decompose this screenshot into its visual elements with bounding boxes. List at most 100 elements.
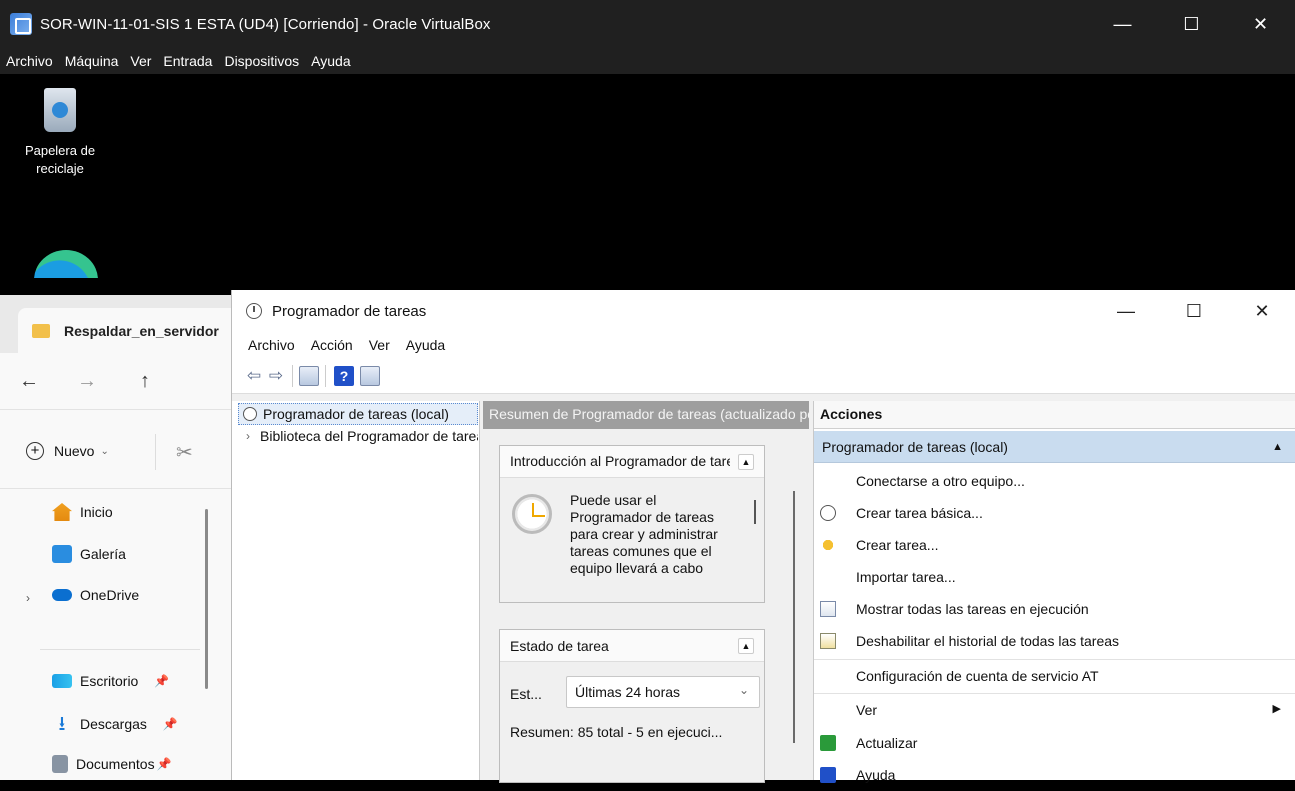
virtualbox-title: SOR-WIN-11-01-SIS 1 ESTA (UD4) [Corriend… <box>40 15 491 33</box>
recycle-bin-label-line2: reciclaje <box>36 161 84 176</box>
forward-button[interactable]: → <box>58 370 116 393</box>
document-icon <box>52 755 68 773</box>
menu-ayuda[interactable]: Ayuda <box>406 337 445 353</box>
expand-onedrive-chevron-icon[interactable]: › <box>26 591 30 605</box>
intro-section: Introducción al Programador de tareas ▲ … <box>499 445 765 603</box>
vbox-menu-ayuda[interactable]: Ayuda <box>311 53 350 69</box>
explorer-nav-scrollbar[interactable] <box>205 509 208 689</box>
intro-section-header[interactable]: Introducción al Programador de tareas ▲ <box>500 446 764 478</box>
minimize-button[interactable]: — <box>1088 0 1157 48</box>
show-hide-action-pane-icon[interactable] <box>360 365 380 386</box>
nav-item-galeria[interactable]: Galería <box>52 545 126 563</box>
nav-item-label: Documentos <box>76 756 155 772</box>
toolbar-divider <box>325 364 326 387</box>
tree-item-library[interactable]: › Biblioteca del Programador de tareas <box>232 425 478 447</box>
virtualbox-titlebar: SOR-WIN-11-01-SIS 1 ESTA (UD4) [Corriend… <box>0 0 1295 48</box>
nav-item-label: Escritorio <box>80 673 139 689</box>
action-connect-computer[interactable]: Conectarse a otro equipo... <box>814 465 1295 497</box>
nav-item-documentos[interactable]: Documentos 📌 <box>52 755 172 773</box>
menu-ver[interactable]: Ver <box>369 337 390 353</box>
vbox-menu-archivo[interactable]: Archivo <box>6 53 53 69</box>
command-bar-divider <box>155 434 156 470</box>
action-label: Deshabilitar el historial de todas las t… <box>856 633 1120 649</box>
help-icon <box>820 767 836 783</box>
action-at-service-account[interactable]: Configuración de cuenta de servicio AT <box>814 659 1295 691</box>
summary-pane: Resumen de Programador de tareas (actual… <box>483 401 809 783</box>
vbox-menu-dispositivos[interactable]: Dispositivos <box>224 53 299 69</box>
vbox-menu-ver[interactable]: Ver <box>130 53 151 69</box>
nav-item-label: Inicio <box>80 504 113 520</box>
action-import-task[interactable]: Importar tarea... <box>814 561 1295 593</box>
actions-group-local[interactable]: Programador de tareas (local) ▲ <box>814 431 1295 463</box>
maximize-button[interactable]: ☐ <box>1157 0 1226 48</box>
nav-item-escritorio[interactable]: Escritorio 📌 <box>52 673 169 689</box>
pin-icon: 📌 <box>156 757 172 771</box>
menu-archivo[interactable]: Archivo <box>248 337 295 353</box>
action-label: Ver <box>856 701 878 718</box>
action-help[interactable]: Ayuda <box>814 759 1295 791</box>
maximize-button[interactable]: ☐ <box>1160 290 1228 332</box>
nav-item-inicio[interactable]: Inicio <box>52 503 113 521</box>
summary-scrollbar[interactable] <box>793 491 795 743</box>
plus-icon: + <box>26 442 44 460</box>
tree-item-label: Programador de tareas (local) <box>263 406 449 422</box>
collapse-chevron-up-icon[interactable]: ▲ <box>738 454 754 470</box>
task-scheduler-menubar: Archivo Acción Ver Ayuda <box>232 332 1295 358</box>
virtualbox-menubar: Archivo Máquina Ver Entrada Dispositivos… <box>0 48 1295 74</box>
actions-pane: Acciones Programador de tareas (local) ▲… <box>813 401 1295 783</box>
status-period-select[interactable]: Últimas 24 horas ⌄ <box>566 676 760 708</box>
task-scheduler-window-controls: — ☐ ✕ <box>1092 290 1295 332</box>
cut-icon[interactable]: ✂ <box>176 440 193 465</box>
back-arrow-icon[interactable]: ⇦ <box>244 366 264 386</box>
action-show-running-tasks[interactable]: Mostrar todas las tareas en ejecución <box>814 593 1295 625</box>
nav-item-onedrive[interactable]: OneDrive <box>52 587 139 603</box>
running-tasks-icon <box>820 601 836 617</box>
home-icon <box>52 503 72 521</box>
help-icon[interactable]: ? <box>334 365 354 386</box>
history-icon <box>820 633 836 649</box>
close-button[interactable]: ✕ <box>1226 0 1295 48</box>
action-label: Configuración de cuenta de servicio AT <box>856 667 1099 684</box>
status-section: Estado de tarea ▲ Est... Últimas 24 hora… <box>499 629 765 783</box>
desktop-folder-icon <box>52 674 72 688</box>
vbox-menu-maquina[interactable]: Máquina <box>65 53 119 69</box>
virtualbox-window-controls: — ☐ ✕ <box>1088 0 1295 48</box>
status-section-header[interactable]: Estado de tarea ▲ <box>500 630 764 662</box>
intro-scrollbar[interactable] <box>754 500 756 524</box>
explorer-tab-label: Respaldar_en_servidor <box>64 322 219 339</box>
new-button[interactable]: + Nuevo ⌄ <box>26 442 109 460</box>
action-create-basic-task[interactable]: Crear tarea básica... <box>814 497 1295 529</box>
clock-icon <box>820 505 836 521</box>
nav-item-label: Galería <box>80 546 126 562</box>
chevron-down-icon: ⌄ <box>738 683 749 697</box>
task-scheduler-toolbar: ⇦ ⇨ ? <box>232 358 1295 394</box>
nav-item-descargas[interactable]: ⭳ Descargas 📌 <box>52 714 178 734</box>
vbox-menu-entrada[interactable]: Entrada <box>163 53 212 69</box>
expand-chevron-icon[interactable]: › <box>246 429 250 443</box>
action-create-task[interactable]: Crear tarea... <box>814 529 1295 561</box>
action-disable-history[interactable]: Deshabilitar el historial de todas las t… <box>814 625 1295 657</box>
back-button[interactable]: ← <box>0 370 58 393</box>
explorer-tab[interactable]: Respaldar_en_servidor <box>18 308 240 353</box>
collapse-chevron-up-icon[interactable]: ▲ <box>738 638 754 654</box>
file-explorer-window: Respaldar_en_servidor ← → ↑ + Nuevo ⌄ ✂ … <box>0 295 240 780</box>
close-button[interactable]: ✕ <box>1228 290 1295 332</box>
action-label: Ayuda <box>856 767 896 783</box>
pin-icon: 📌 <box>154 674 170 688</box>
action-view[interactable]: Ver ▶ <box>814 693 1295 725</box>
nav-item-label: Descargas <box>80 716 147 732</box>
tree-item-root[interactable]: Programador de tareas (local) <box>238 403 478 425</box>
onedrive-cloud-icon <box>52 589 72 601</box>
collapse-triangle-icon[interactable]: ▲ <box>1272 431 1283 463</box>
menu-accion[interactable]: Acción <box>311 337 353 353</box>
recycle-bin-label-line1: Papelera de <box>24 143 96 158</box>
action-refresh[interactable]: Actualizar <box>814 727 1295 759</box>
task-scheduler-title: Programador de tareas <box>272 302 427 320</box>
forward-arrow-icon[interactable]: ⇨ <box>266 366 286 386</box>
actions-header: Acciones <box>814 401 1295 429</box>
recycle-bin-shortcut[interactable]: Papelera de reciclaje <box>20 88 100 178</box>
up-button[interactable]: ↑ <box>116 370 174 393</box>
show-hide-console-tree-icon[interactable] <box>299 365 319 386</box>
minimize-button[interactable]: — <box>1092 290 1160 332</box>
status-period-value: Últimas 24 horas <box>575 684 681 700</box>
